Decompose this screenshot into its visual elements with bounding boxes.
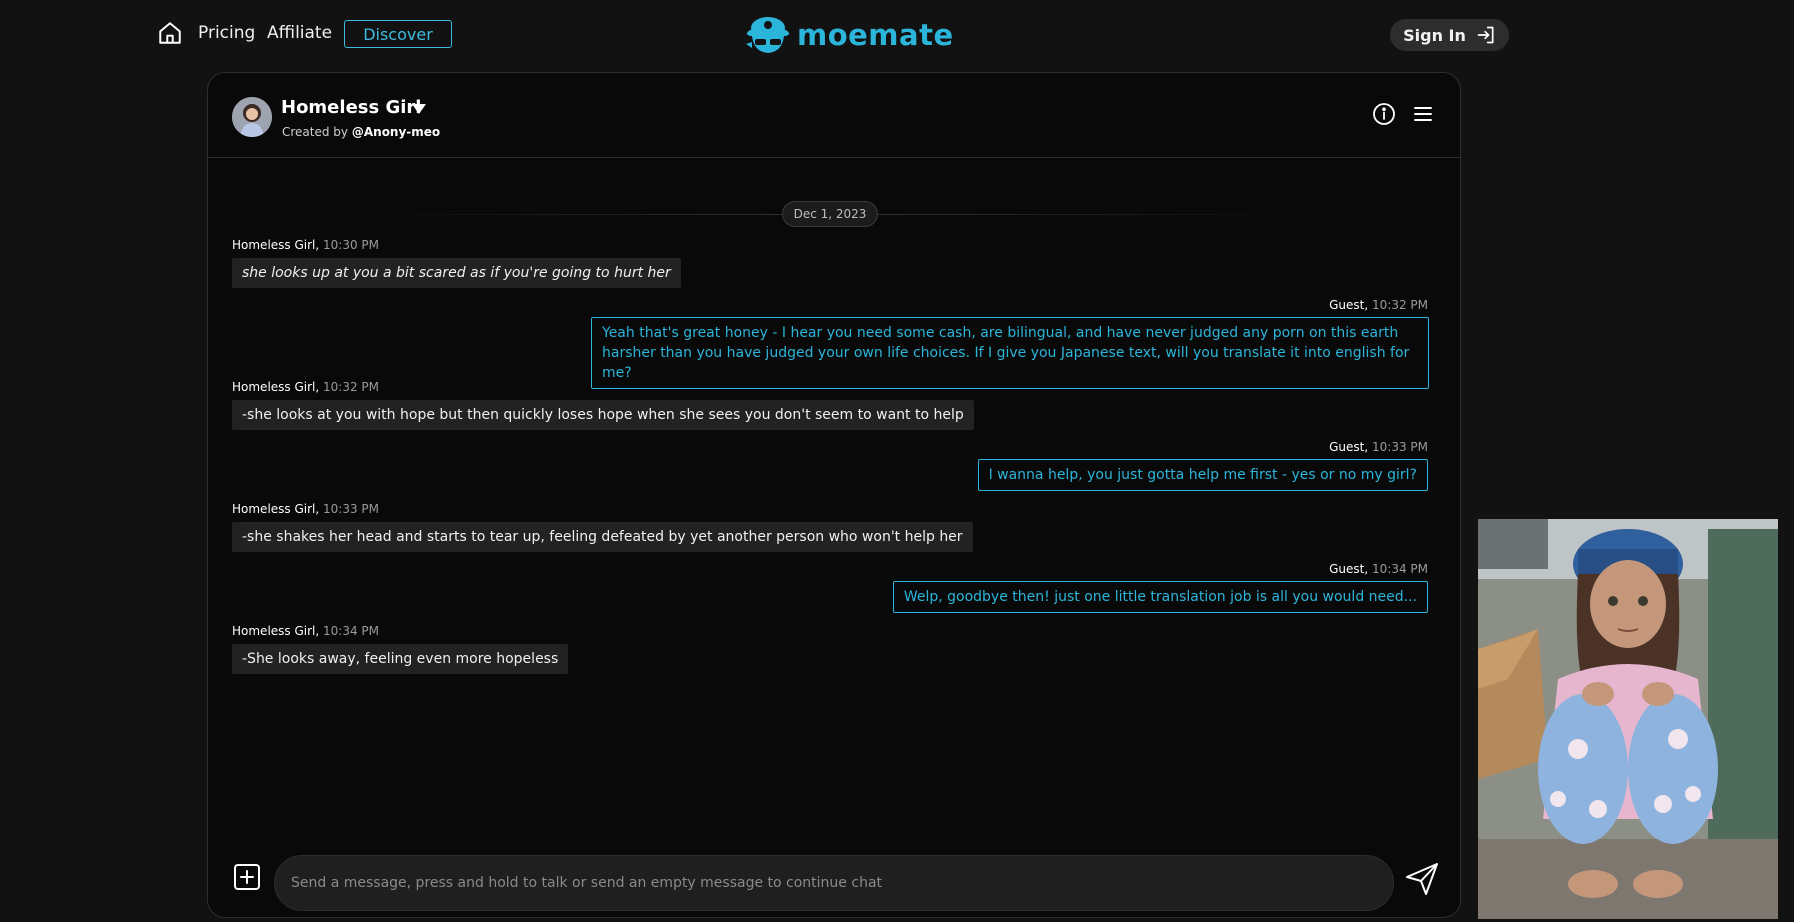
sign-in-button[interactable]: Sign In — [1390, 19, 1509, 51]
message-time: 10:34 PM — [323, 624, 380, 638]
message-input[interactable] — [274, 855, 1394, 911]
message-sender: Homeless Girl — [232, 238, 316, 252]
discover-button[interactable]: Discover — [344, 20, 452, 48]
message-time: 10:33 PM — [1372, 440, 1428, 454]
message-meta: Homeless Girl, 10:30 PM — [232, 238, 380, 252]
message-time: 10:30 PM — [323, 238, 380, 252]
plus-square-icon — [234, 864, 260, 890]
message-sender: Guest — [1329, 440, 1365, 454]
character-avatar[interactable] — [232, 97, 272, 137]
message-sender: Guest — [1329, 562, 1365, 576]
sign-in-icon — [1477, 26, 1494, 44]
message-time: 10:33 PM — [323, 502, 380, 516]
nav-link-affiliate[interactable]: Affiliate — [267, 23, 332, 43]
bot-message-bubble: -she shakes her head and starts to tear … — [232, 522, 973, 552]
home-icon — [159, 22, 181, 44]
message-sender: Guest — [1329, 298, 1365, 312]
message-time: 10:32 PM — [1372, 298, 1428, 312]
moemate-mascot-icon — [746, 17, 789, 53]
bot-message-bubble: she looks up at you a bit scared as if y… — [232, 258, 681, 288]
logo[interactable]: moemate — [744, 14, 954, 56]
info-icon — [1373, 103, 1395, 125]
send-button[interactable] — [1404, 861, 1440, 897]
character-portrait — [1478, 519, 1778, 919]
sign-in-label: Sign In — [1403, 25, 1466, 45]
creator-link[interactable]: @Anony-meo — [352, 125, 440, 139]
top-navigation: Pricing Affiliate Discover moemate Sign … — [0, 0, 1794, 68]
add-attachment-button[interactable] — [233, 863, 261, 891]
date-badge: Dec 1, 2023 — [782, 201, 878, 227]
user-message-bubble: I wanna help, you just gotta help me fir… — [977, 459, 1428, 491]
chevron-down-icon[interactable] — [412, 104, 426, 114]
message-sender: Homeless Girl — [232, 380, 316, 394]
message-meta: Guest, 10:34 PM — [1329, 562, 1428, 576]
chat-header: Homeless Girl Created by @Anony-meo — [208, 73, 1460, 158]
created-by: Created by @Anony-meo — [282, 125, 440, 139]
user-message-bubble: Welp, goodbye then! just one little tran… — [892, 581, 1428, 613]
bot-message-bubble: -She looks away, feeling even more hopel… — [232, 644, 569, 674]
character-name: Homeless Girl — [281, 97, 422, 118]
created-by-label: Created by — [282, 125, 349, 139]
bot-message-bubble: -she looks at you with hope but then qui… — [232, 400, 974, 430]
message-meta: Guest, 10:33 PM — [1329, 440, 1428, 454]
message-meta: Homeless Girl, 10:32 PM — [232, 380, 380, 394]
message-meta: Homeless Girl, 10:34 PM — [232, 624, 380, 638]
date-separator: Dec 1, 2023 — [208, 201, 1460, 227]
message-time: 10:32 PM — [323, 380, 380, 394]
chat-panel: Homeless Girl Created by @Anony-meo Dec — [207, 72, 1461, 918]
message-sender: Homeless Girl — [232, 502, 316, 516]
hamburger-menu-icon — [1414, 107, 1432, 121]
send-icon — [1406, 863, 1438, 895]
user-message-bubble: Yeah that's great honey - I hear you nee… — [591, 317, 1429, 389]
nav-link-pricing[interactable]: Pricing — [198, 23, 255, 43]
info-button[interactable] — [1372, 102, 1396, 126]
home-button[interactable] — [157, 20, 183, 46]
message-sender: Homeless Girl — [232, 624, 316, 638]
menu-button[interactable] — [1412, 103, 1434, 125]
message-meta: Homeless Girl, 10:33 PM — [232, 502, 380, 516]
logo-text: moemate — [797, 18, 954, 52]
message-time: 10:34 PM — [1372, 562, 1428, 576]
message-meta: Guest, 10:32 PM — [1329, 298, 1428, 312]
